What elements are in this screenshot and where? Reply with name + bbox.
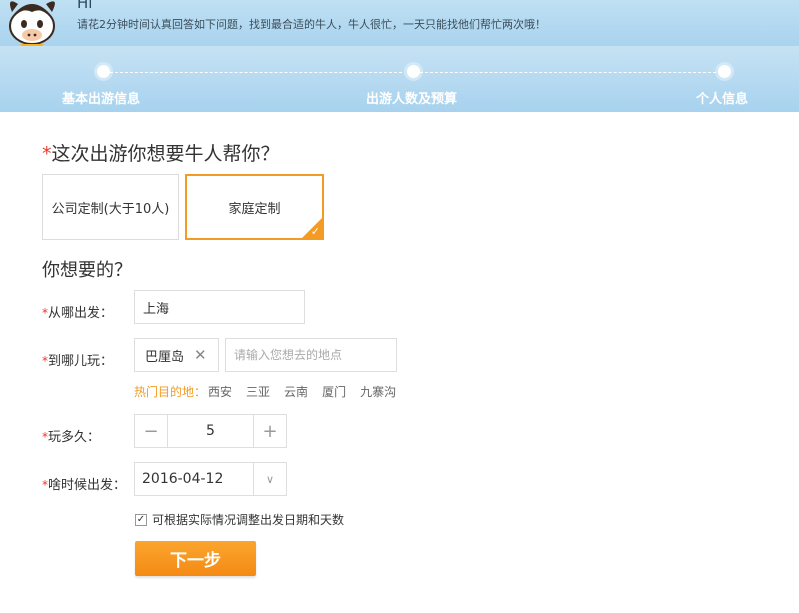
step-label-1[interactable]: 基本出游信息 (62, 88, 140, 107)
trip-type-family[interactable]: 家庭定制 ✓ (185, 174, 324, 240)
adjust-label: 可根据实际情况调整出发日期和天数 (152, 513, 345, 527)
next-button[interactable]: 下一步 (135, 541, 256, 576)
depart-date-picker[interactable]: 2016-04-12 ∨ (134, 462, 287, 496)
step-label-3[interactable]: 个人信息 (696, 88, 748, 107)
from-input[interactable] (135, 291, 304, 323)
chevron-down-icon[interactable]: ∨ (253, 463, 286, 495)
destination-input[interactable] (226, 339, 396, 371)
depart-date-value[interactable]: 2016-04-12 (135, 463, 253, 495)
destination-field[interactable] (225, 338, 397, 372)
hot-item-xian[interactable]: 西安 (208, 385, 232, 399)
trip-type-company[interactable]: 公司定制(大于10人) (42, 174, 179, 240)
hot-item-sanya[interactable]: 三亚 (246, 385, 270, 399)
remove-tag-icon[interactable]: ✕ (194, 346, 207, 364)
from-field[interactable] (134, 290, 305, 324)
progress-steps: 基本出游信息 出游人数及预算 个人信息 (0, 46, 799, 112)
adjust-option[interactable]: ✓ 可根据实际情况调整出发日期和天数 (135, 511, 344, 528)
required-mark: * (42, 143, 52, 165)
hot-destinations: 热门目的地： 西安 三亚 云南 厦门 九寨沟 (134, 383, 396, 400)
destination-tag: 巴厘岛 ✕ (134, 338, 219, 372)
hot-destinations-title: 热门目的地： (134, 385, 207, 399)
duration-value[interactable]: 5 (167, 415, 254, 447)
hot-item-yunnan[interactable]: 云南 (284, 385, 308, 399)
step-dot-1 (97, 65, 110, 78)
to-label: *到哪儿玩： (42, 354, 114, 369)
check-icon: ✓ (310, 225, 320, 238)
depart-label: *啥时候出发： (42, 478, 127, 493)
hot-item-jiuzhaigou[interactable]: 九寨沟 (360, 385, 396, 399)
destination-tag-label: 巴厘岛 (145, 349, 185, 365)
want-title: 你想要的？ (42, 260, 132, 281)
step-dot-2 (407, 65, 420, 78)
greeting: Hi (77, 0, 93, 12)
decrease-button[interactable]: − (135, 415, 167, 447)
adjust-checkbox[interactable]: ✓ (135, 513, 147, 526)
duration-stepper: − 5 + (134, 414, 287, 448)
top-bar: Hi 请花2分钟时间认真回答如下问题，找到最合适的牛人，牛人很忙，一天只能找他们… (0, 0, 799, 48)
intro-text: 请花2分钟时间认真回答如下问题，找到最合适的牛人，牛人很忙，一天只能找他们帮忙两… (77, 18, 546, 31)
question-title: *这次出游你想要牛人帮你？ (42, 143, 280, 165)
from-label: *从哪出发： (42, 306, 114, 321)
duration-label: *玩多久： (42, 430, 101, 445)
step-label-2[interactable]: 出游人数及预算 (366, 88, 457, 107)
step-connector (110, 72, 402, 73)
increase-button[interactable]: + (254, 415, 286, 447)
mascot-icon (9, 1, 55, 48)
hot-item-xiamen[interactable]: 厦门 (322, 385, 346, 399)
step-dot-3 (718, 65, 731, 78)
step-connector (420, 72, 716, 73)
